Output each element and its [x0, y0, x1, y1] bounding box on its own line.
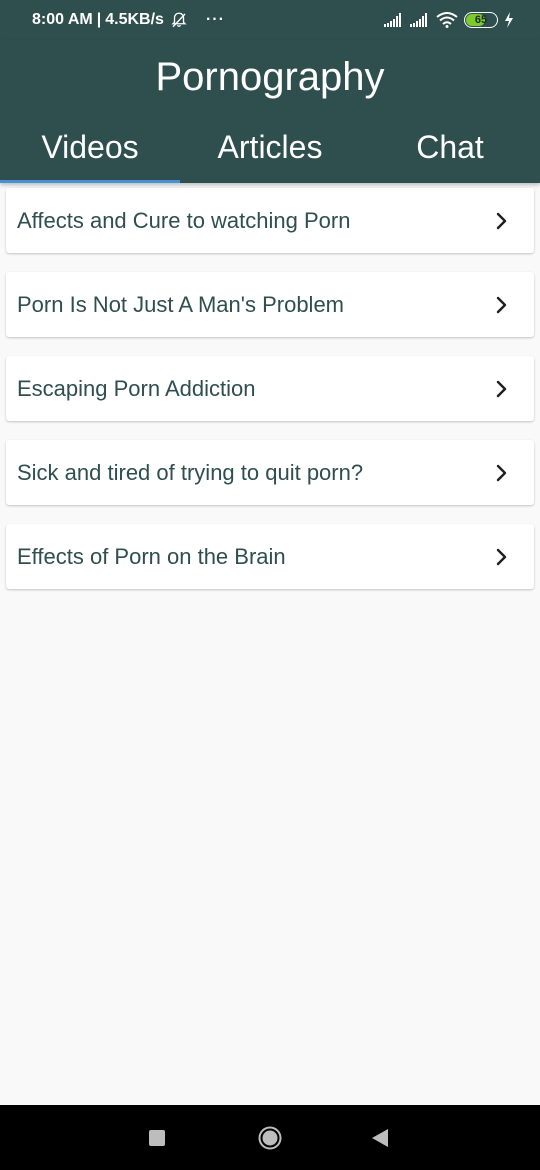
status-time: 8:00 AM: [32, 11, 93, 28]
status-left: 8:00 AM | 4.5KB/s ···: [32, 0, 225, 40]
more-notifications: ···: [205, 11, 225, 28]
system-nav-bar: [0, 1105, 540, 1170]
chevron-right-icon: [496, 296, 507, 313]
status-separator: |: [96, 11, 102, 28]
battery-level: 65: [474, 14, 488, 26]
list-item[interactable]: Porn Is Not Just A Man's Problem: [6, 272, 534, 337]
charging-icon: [505, 12, 513, 28]
status-right: 65: [384, 0, 514, 40]
list-item[interactable]: Escaping Porn Addiction: [6, 356, 534, 421]
list-item[interactable]: Affects and Cure to watching Porn: [6, 188, 534, 253]
list-item-label: Escaping Porn Addiction: [17, 375, 256, 401]
chevron-right-icon: [496, 464, 507, 481]
tab-label: Videos: [41, 129, 139, 165]
list-item[interactable]: Sick and tired of trying to quit porn?: [6, 440, 534, 505]
chevron-right-icon: [496, 548, 507, 565]
video-list: Affects and Cure to watching Porn Porn I…: [6, 188, 534, 608]
list-item-label: Affects and Cure to watching Porn: [17, 207, 351, 233]
tab-videos[interactable]: Videos: [0, 122, 180, 183]
tab-articles[interactable]: Articles: [180, 122, 360, 183]
list-item[interactable]: Effects of Porn on the Brain: [6, 524, 534, 589]
list-item-label: Sick and tired of trying to quit porn?: [17, 459, 364, 485]
battery-icon: 65: [464, 12, 498, 28]
chevron-right-icon: [496, 212, 507, 229]
tab-label: Chat: [416, 129, 484, 165]
tab-label: Articles: [217, 129, 323, 165]
wifi-icon: [436, 12, 458, 28]
tab-chat[interactable]: Chat: [360, 122, 540, 183]
list-item-label: Effects of Porn on the Brain: [17, 543, 286, 569]
network-speed: 4.5KB/s: [105, 11, 164, 28]
chevron-right-icon: [496, 380, 507, 397]
bell-off-icon: [171, 12, 187, 28]
tab-bar: Videos Articles Chat: [0, 122, 540, 183]
tab-indicator: [0, 180, 180, 183]
back-icon[interactable]: [371, 1128, 389, 1148]
list-item-label: Porn Is Not Just A Man's Problem: [17, 291, 345, 317]
signal-icon: [410, 13, 427, 27]
signal-icon: [384, 13, 401, 27]
page-title: Pornography: [155, 55, 385, 99]
app-bar: Pornography Videos Articles Chat: [0, 40, 540, 183]
home-icon[interactable]: [258, 1126, 282, 1150]
recents-icon[interactable]: [149, 1129, 165, 1146]
status-bar: 8:00 AM | 4.5KB/s ··· 65: [0, 0, 540, 40]
